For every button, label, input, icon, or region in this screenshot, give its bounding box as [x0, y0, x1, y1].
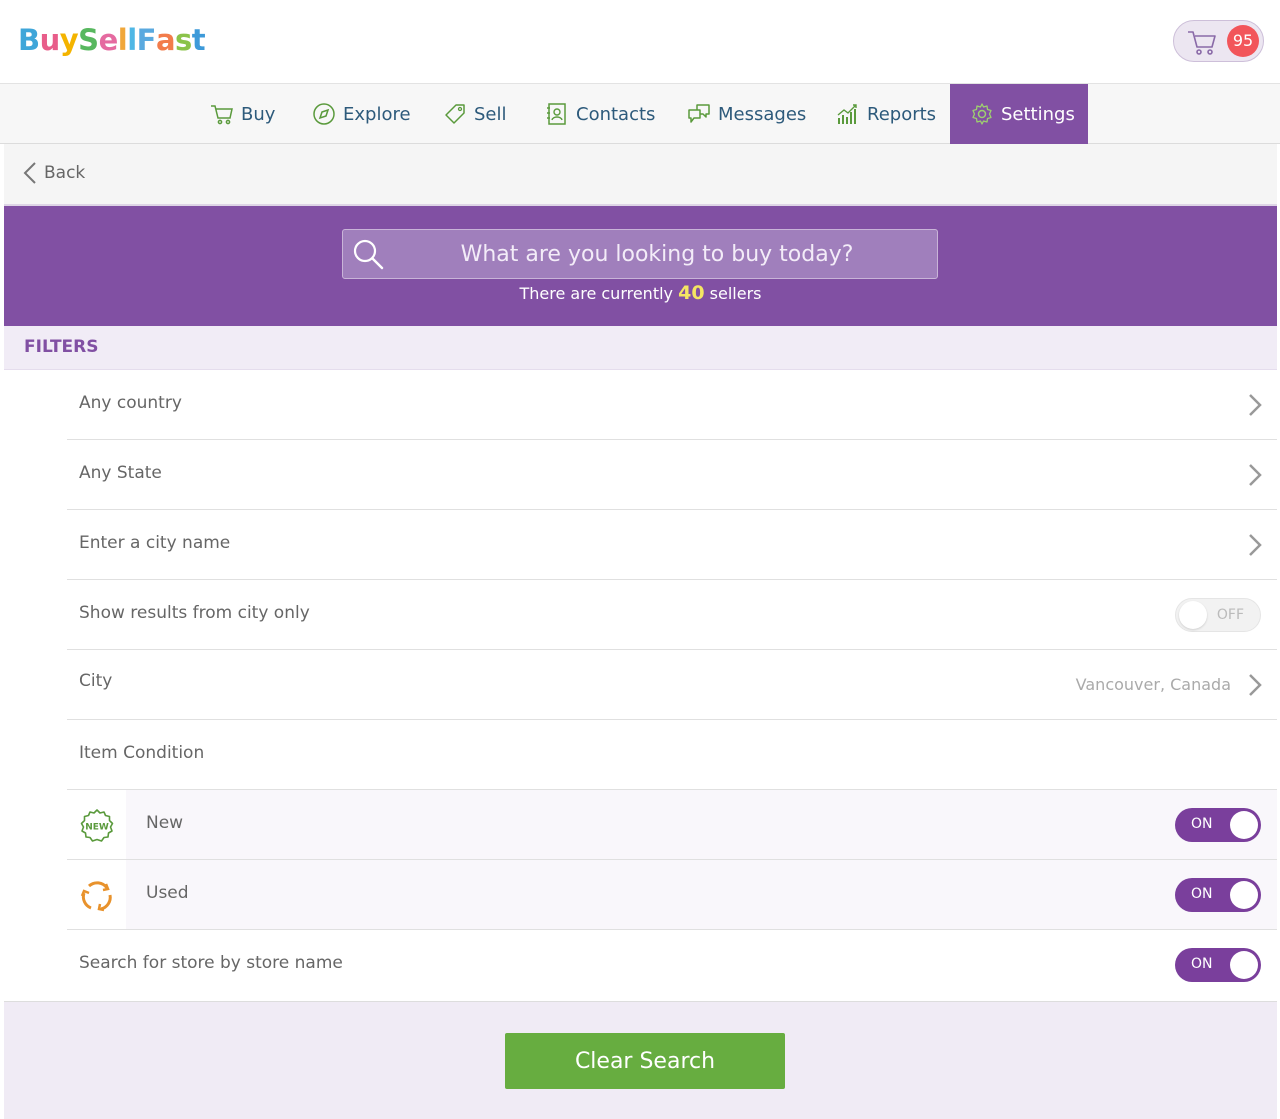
- toggle-state: OFF: [1216, 607, 1244, 623]
- city-label: City: [79, 671, 113, 691]
- main-nav: Buy Explore Sell Contacts Messages Repor…: [0, 84, 1280, 144]
- chevron-right-icon: [1249, 674, 1262, 696]
- filters-header: FILTERS: [4, 326, 1277, 370]
- country-row[interactable]: Any country: [67, 370, 1277, 440]
- toggle-state: ON: [1191, 886, 1213, 902]
- chevron-right-icon: [1249, 464, 1262, 486]
- new-badge-icon: NEW: [80, 809, 114, 842]
- tag-icon: [445, 104, 465, 124]
- search-box[interactable]: [342, 229, 938, 279]
- icon-cell: NEW: [67, 790, 126, 859]
- icon-cell: [67, 860, 126, 929]
- logo-letter: u: [39, 23, 61, 57]
- city-only-label: Show results from city only: [79, 603, 310, 623]
- store-name-toggle[interactable]: ON: [1175, 948, 1261, 982]
- sellers-count: 40: [678, 282, 705, 304]
- state-row[interactable]: Any State: [67, 440, 1277, 510]
- logo-letter: l: [117, 23, 128, 57]
- item-condition-label: Item Condition: [79, 743, 205, 763]
- toggle-knob: [1230, 951, 1258, 979]
- city-row[interactable]: City Vancouver, Canada: [67, 650, 1277, 720]
- filters-title: FILTERS: [24, 337, 99, 357]
- item-condition-row: Item Condition: [67, 720, 1277, 790]
- nav-label: Contacts: [576, 103, 656, 125]
- nav-item-contacts[interactable]: Contacts: [545, 84, 655, 144]
- logo-letter: S: [78, 23, 99, 57]
- condition-new-row: NEW New ON: [67, 790, 1277, 860]
- contacts-icon: [547, 103, 566, 125]
- toggle-state: ON: [1191, 956, 1213, 972]
- store-name-label: Search for store by store name: [79, 953, 343, 973]
- logo-letter: B: [18, 23, 40, 57]
- search-input[interactable]: [387, 230, 927, 278]
- nav-label: Sell: [474, 103, 507, 125]
- logo-letter: e: [98, 23, 119, 57]
- back-button[interactable]: Back: [22, 161, 85, 185]
- nav-item-buy[interactable]: Buy: [210, 84, 275, 144]
- logo-letter: l: [127, 23, 137, 57]
- nav-label: Explore: [343, 103, 411, 125]
- city-input-label: Enter a city name: [79, 533, 231, 553]
- logo-letter: s: [175, 23, 192, 57]
- search-band: There are currently 40 sellers: [4, 206, 1277, 326]
- back-label: Back: [44, 163, 86, 183]
- new-label: New: [146, 813, 184, 833]
- nav-label: Reports: [867, 103, 937, 125]
- toggle-state: ON: [1191, 816, 1213, 832]
- logo-letter: a: [155, 23, 176, 57]
- cart-icon: [211, 105, 233, 125]
- condition-used-row: Used ON: [67, 860, 1277, 930]
- logo[interactable]: BuySellFast: [18, 20, 206, 60]
- sellers-count-text: There are currently 40 sellers: [4, 282, 1277, 304]
- chevron-left-icon: [23, 162, 36, 184]
- nav-label: Buy: [241, 103, 276, 125]
- back-bar: Back: [4, 144, 1277, 206]
- logo-letter: t: [191, 23, 206, 57]
- store-name-row: Search for store by store name ON: [67, 930, 1277, 1001]
- toggle-knob: [1179, 601, 1207, 629]
- reports-icon: [837, 104, 857, 124]
- logo-letter: y: [59, 23, 79, 57]
- cart-count-badge: 95: [1227, 25, 1259, 57]
- cart-icon: [1188, 31, 1216, 55]
- nav-item-reports[interactable]: Reports: [836, 84, 936, 144]
- nav-item-messages[interactable]: Messages: [687, 84, 806, 144]
- new-toggle[interactable]: ON: [1175, 808, 1261, 842]
- state-label: Any State: [79, 463, 162, 483]
- toggle-knob: [1230, 881, 1258, 909]
- chevron-right-icon: [1249, 534, 1262, 556]
- new-badge-text: NEW: [85, 823, 109, 833]
- used-toggle[interactable]: ON: [1175, 878, 1261, 912]
- filters-footer: Clear Search: [4, 1001, 1277, 1119]
- city-only-toggle[interactable]: OFF: [1175, 598, 1261, 632]
- city-input-row[interactable]: Enter a city name: [67, 510, 1277, 580]
- nav-label: Settings: [1001, 103, 1075, 125]
- sellers-prefix: There are currently: [519, 284, 674, 303]
- gear-icon: [972, 103, 992, 125]
- city-only-row: Show results from city only OFF: [67, 580, 1277, 650]
- nav-label: Messages: [718, 103, 807, 125]
- messages-icon: [688, 104, 710, 123]
- used-label: Used: [146, 883, 189, 903]
- nav-item-settings[interactable]: Settings: [950, 84, 1088, 144]
- cart-button[interactable]: 95: [1173, 20, 1264, 62]
- country-label: Any country: [79, 393, 182, 413]
- logo-letter: F: [136, 23, 157, 57]
- toggle-knob: [1230, 811, 1258, 839]
- clear-search-button[interactable]: Clear Search: [505, 1033, 785, 1089]
- search-icon: [353, 239, 384, 270]
- nav-item-explore[interactable]: Explore: [312, 84, 411, 144]
- nav-item-sell[interactable]: Sell: [443, 84, 507, 144]
- city-value: Vancouver, Canada: [1075, 675, 1231, 694]
- chevron-right-icon: [1249, 394, 1262, 416]
- sellers-suffix: sellers: [709, 284, 762, 303]
- recycle-icon: [80, 881, 112, 912]
- compass-icon: [313, 103, 335, 125]
- app-header: BuySellFast 95: [0, 0, 1280, 84]
